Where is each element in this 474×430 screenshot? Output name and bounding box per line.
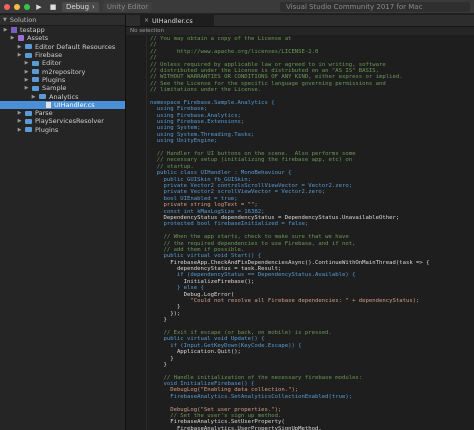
code-editor[interactable]: // You may obtain a copy of the License … (150, 36, 472, 430)
chevron-right-icon: › (92, 2, 95, 11)
solution-pad-title: Solution (9, 16, 37, 24)
app-title: Visual Studio Community 2017 for Mac (286, 3, 423, 11)
expand-arrow-icon[interactable]: ▶ (17, 51, 22, 59)
tree-item[interactable]: ▶ Firebase (0, 51, 125, 59)
folder-icon (25, 52, 32, 58)
expand-arrow-icon[interactable]: ▶ (17, 43, 22, 51)
folder-icon (25, 110, 32, 116)
folder-icon (25, 118, 32, 124)
editor-tab-bar: × UIHandler.cs (126, 15, 474, 27)
minimize-window-icon[interactable] (14, 3, 20, 10)
expand-arrow-icon[interactable]: ▶ (17, 126, 22, 134)
tree-item[interactable]: ▶ PlayServicesResolver (0, 117, 125, 125)
tree-item[interactable]: ▶ Sample (0, 84, 125, 92)
target-label: Unity Editor (106, 2, 149, 11)
tree-item[interactable]: ▶ m2repository (0, 67, 125, 76)
editor-gutter (126, 36, 147, 430)
tree-item-label: Plugins (35, 125, 59, 134)
folder-icon (25, 127, 32, 133)
tree-item-label: Sample (42, 84, 67, 93)
expand-arrow-icon[interactable]: ▶ (31, 93, 36, 101)
play-icon: ▶ (36, 2, 42, 11)
selection-bar: No selection (126, 27, 474, 35)
expand-arrow-icon[interactable]: ▶ (17, 109, 22, 117)
project-icon (18, 35, 24, 42)
solution-tree: ▶ testapp ▶ Assets ▶ Editor Default Resources… (0, 26, 125, 134)
tree-item[interactable]: ▶ Analytics (0, 92, 125, 101)
folder-icon (25, 44, 32, 50)
tree-item-label: Firebase (35, 51, 63, 60)
folder-icon (32, 69, 39, 75)
tree-item-label: Editor Default Resources (35, 42, 116, 51)
tab-uihandler[interactable]: × UIHandler.cs (140, 15, 214, 26)
expand-arrow-icon[interactable]: ▶ (17, 117, 22, 125)
tree-item-label: testapp (20, 26, 45, 35)
solution-pad: ▼ Solution ▶ testapp ▶ Assets ▶ Editor Defaul… (0, 15, 126, 430)
status-title: Visual Studio Community 2017 for Mac (280, 2, 470, 12)
tab-label: UIHandler.cs (152, 16, 193, 25)
folder-icon (32, 60, 39, 66)
tree-item-label: Editor (42, 59, 62, 68)
tree-item-label: Analytics (49, 92, 79, 101)
toolbar: ▶ ■ Debug › Unity Editor Visual Studio Co… (0, 0, 474, 14)
file-icon (46, 101, 51, 108)
code-line: FirebaseAnalytics.UserPropertySignUpMeth… (150, 425, 322, 430)
tree-item-label: UIHandler.cs (54, 100, 95, 109)
tree-item[interactable]: ▶ Assets (0, 34, 125, 42)
tree-item[interactable]: ▶ Parse (0, 109, 125, 117)
tree-item[interactable]: UIHandler.cs (0, 100, 125, 109)
target-select[interactable]: Unity Editor (102, 1, 153, 12)
chevron-down-icon[interactable]: ▼ (3, 17, 7, 23)
tree-item[interactable]: ▶ Editor Default Resources (0, 43, 125, 51)
zoom-window-icon[interactable] (24, 3, 30, 10)
expand-arrow-icon[interactable]: ▶ (24, 76, 29, 84)
configuration-label: Debug (66, 2, 90, 11)
expand-arrow-icon[interactable]: ▶ (24, 59, 29, 67)
tree-item-label: m2repository (42, 67, 86, 76)
configuration-select[interactable]: Debug › (62, 1, 99, 12)
folder-icon (32, 85, 39, 91)
close-window-icon[interactable] (4, 3, 10, 10)
expand-arrow-icon[interactable]: ▶ (10, 34, 15, 42)
expand-arrow-icon[interactable]: ▶ (3, 26, 8, 34)
solution-pad-header: ▼ Solution (0, 15, 125, 26)
expand-arrow-icon[interactable]: ▶ (24, 68, 29, 76)
stop-icon: ■ (49, 2, 57, 11)
tree-item-label: Parse (35, 109, 53, 118)
folder-icon (32, 77, 39, 83)
close-icon[interactable]: × (144, 17, 149, 24)
solution-icon (11, 27, 17, 34)
expand-arrow-icon[interactable]: ▶ (24, 84, 29, 92)
tree-item[interactable]: ▶ Plugins (0, 76, 125, 84)
tree-item[interactable]: ▶ Plugins (0, 126, 125, 134)
selection-text: No selection (130, 28, 164, 34)
run-button[interactable]: ▶ (34, 2, 44, 12)
tree-item[interactable]: ▶ Editor (0, 59, 125, 67)
tree-item[interactable]: ▶ testapp (0, 26, 125, 34)
tree-item-label: Plugins (42, 75, 66, 84)
tree-item-label: Assets (27, 34, 49, 43)
folder-icon (39, 94, 46, 100)
tree-item-label: PlayServicesResolver (35, 117, 104, 126)
stop-button[interactable]: ■ (48, 2, 58, 12)
